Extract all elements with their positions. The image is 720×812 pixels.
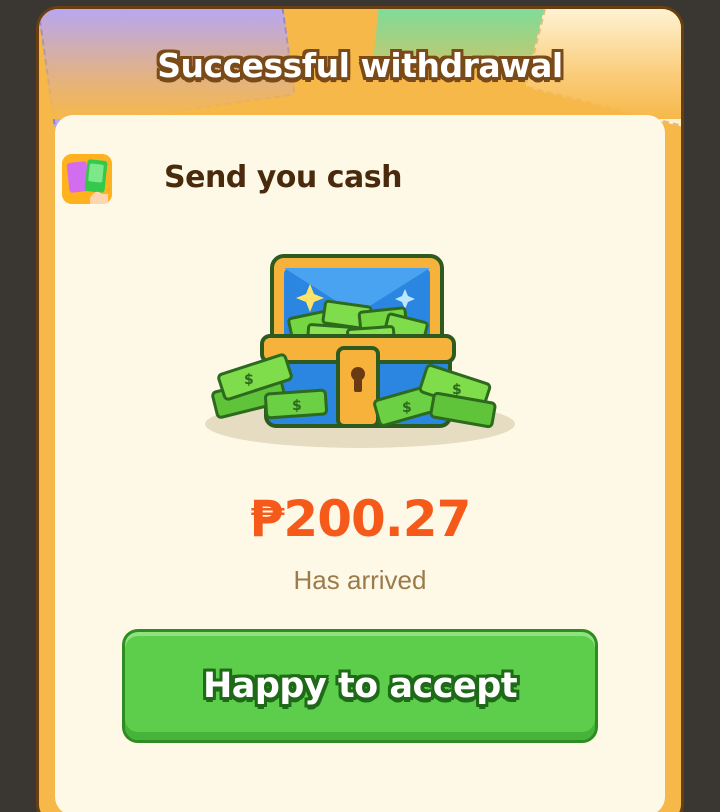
svg-text:$: $	[244, 372, 254, 388]
reward-status: Has arrived	[293, 565, 427, 595]
svg-text:$: $	[292, 398, 302, 414]
accept-button[interactable]: Happy to accept	[122, 629, 598, 743]
reward-overlay: Successful withdrawal Send you cash $ $ …	[0, 0, 720, 812]
dialog-title: Successful withdrawal	[157, 46, 563, 85]
svg-text:$: $	[452, 382, 462, 398]
svg-text:$: $	[402, 400, 412, 416]
wallet-cards-app-icon	[62, 154, 112, 204]
sender-text: Send you cash	[164, 160, 402, 195]
treasure-chest-cash-icon: $ $ $ $	[200, 244, 520, 464]
reward-amount: ₱200.27	[249, 490, 472, 548]
accept-button-label: Happy to accept	[202, 666, 518, 706]
